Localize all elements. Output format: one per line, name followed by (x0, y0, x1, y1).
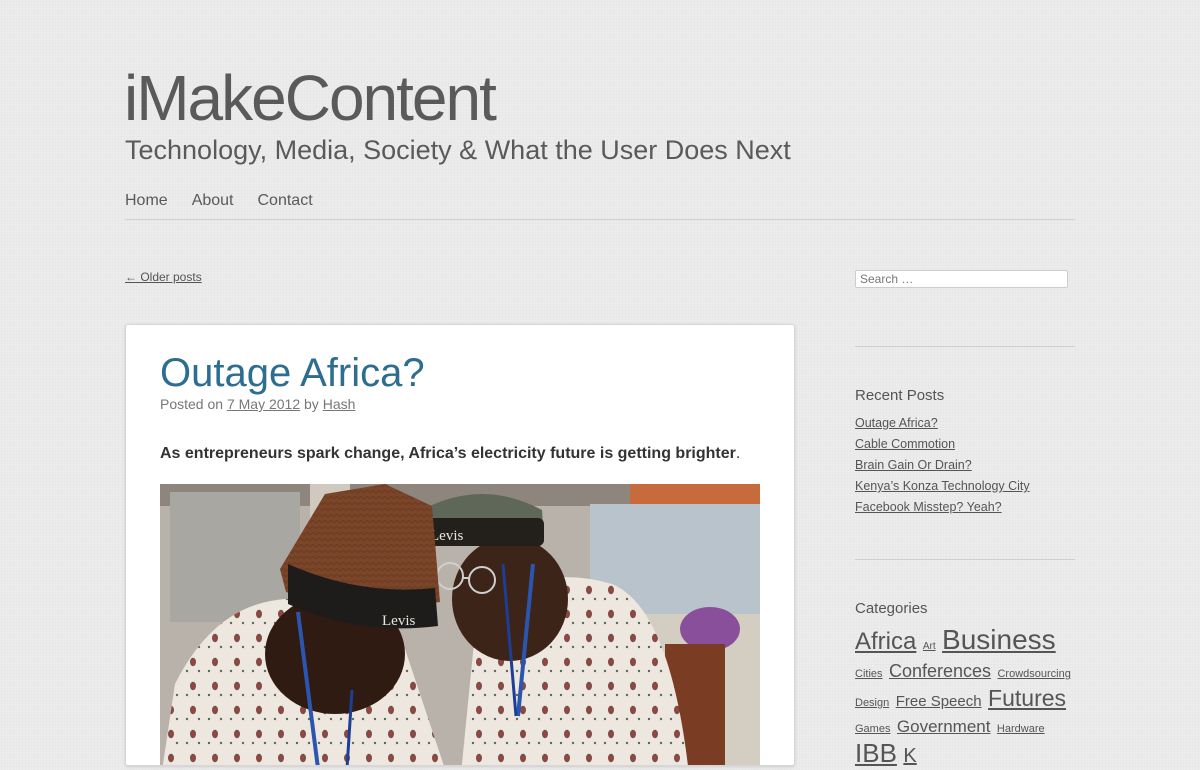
tag-link[interactable]: Crowdsourcing (997, 668, 1070, 680)
recent-post-link[interactable]: Brain Gain Or Drain? (855, 458, 972, 472)
post-title-link[interactable]: Outage Africa? (160, 349, 425, 397)
tag-link[interactable]: Conferences (889, 661, 991, 681)
post-photo: Levis Levis (160, 484, 760, 765)
categories-heading: Categories (855, 600, 928, 617)
tag-link[interactable]: Games (855, 723, 890, 735)
sidebar-divider-2 (855, 559, 1075, 560)
nav-divider (125, 219, 1075, 220)
post-date-link[interactable]: 7 May 2012 (227, 396, 300, 412)
post-meta: Posted on 7 May 2012 by Hash (160, 396, 355, 412)
post-meta-prefix: Posted on (160, 396, 224, 412)
tag-link[interactable]: Africa (855, 628, 916, 655)
site-tagline: Technology, Media, Society & What the Us… (125, 135, 791, 165)
tag-link[interactable]: Design (855, 697, 889, 709)
hat-logo-text: Levis (430, 528, 463, 544)
main-nav: Home About Contact (125, 192, 313, 210)
post-card: Outage Africa? Posted on 7 May 2012 by H… (125, 324, 795, 766)
recent-post-link[interactable]: Outage Africa? (855, 416, 938, 430)
post-author-link[interactable]: Hash (323, 396, 356, 412)
nav-home-link[interactable]: Home (125, 192, 168, 210)
tag-link[interactable]: Cities (855, 668, 883, 680)
sidebar-divider-1 (855, 346, 1075, 347)
tag-link[interactable]: Futures (988, 685, 1066, 711)
nav-about-link[interactable]: About (192, 192, 234, 210)
tag-link[interactable]: IBB (855, 738, 897, 768)
list-item: Kenya’s Konza Technology City (855, 477, 1030, 498)
post-lede-text: As entrepreneurs spark change, Africa’s … (160, 445, 736, 462)
post-meta-by: by (304, 396, 319, 412)
list-item: Cable Commotion (855, 435, 1030, 456)
tag-link[interactable]: Art (923, 641, 936, 652)
search-input[interactable] (855, 270, 1068, 288)
recent-posts-list: Outage Africa? Cable Commotion Brain Gai… (855, 414, 1030, 519)
tag-link[interactable]: Business (942, 624, 1056, 655)
tag-link[interactable]: Government (897, 717, 991, 736)
tag-link[interactable]: Hardware (997, 723, 1045, 735)
post-lede-end: . (735, 445, 741, 462)
recent-posts-heading: Recent Posts (855, 387, 945, 404)
recent-post-link[interactable]: Kenya’s Konza Technology City (855, 479, 1030, 493)
list-item: Outage Africa? (855, 414, 1030, 435)
category-tag-cloud: Africa Art Business Cities Conferences C… (855, 626, 1075, 770)
post-lede: As entrepreneurs spark change, Africa’s … (160, 445, 740, 463)
list-item: Facebook Misstep? Yeah? (855, 498, 1030, 519)
recent-post-link[interactable]: Facebook Misstep? Yeah? (855, 500, 1002, 514)
list-item: Brain Gain Or Drain? (855, 456, 1030, 477)
site-title[interactable]: iMakeContent (124, 60, 497, 136)
tag-link[interactable]: Free Speech (896, 693, 982, 710)
tag-link[interactable]: K (903, 745, 916, 767)
recent-post-link[interactable]: Cable Commotion (855, 437, 955, 451)
hat-logo-text-2: Levis (382, 613, 415, 629)
older-posts-link[interactable]: ← Older posts (125, 270, 202, 284)
nav-contact-link[interactable]: Contact (258, 192, 313, 210)
